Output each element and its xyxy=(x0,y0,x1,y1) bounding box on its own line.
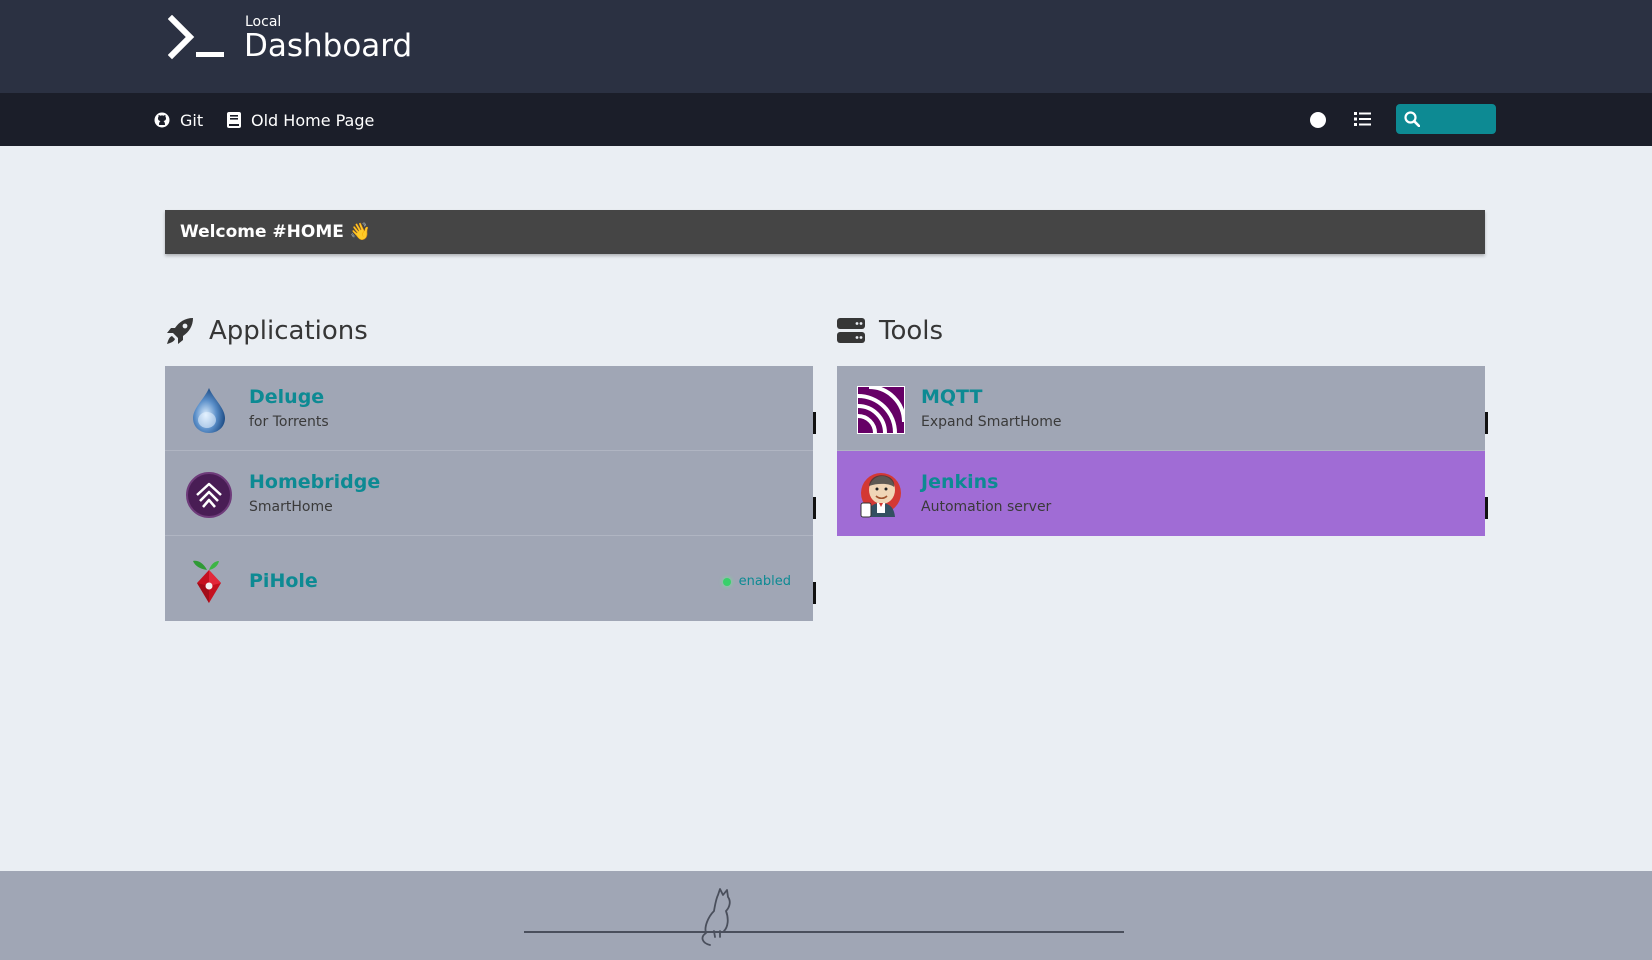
rocket-icon xyxy=(167,318,193,344)
service-subtitle: Expand SmartHome xyxy=(921,414,1062,430)
group-name: Tools xyxy=(879,316,944,346)
nav-link-git[interactable]: Git xyxy=(154,109,203,131)
nav-link-old-home-page[interactable]: Old Home Page xyxy=(227,109,374,131)
group-title-tools: Tools xyxy=(837,313,943,349)
deluge-logo xyxy=(193,388,225,433)
jenkins-logo xyxy=(860,473,901,518)
mqtt-logo xyxy=(857,386,905,434)
book-icon xyxy=(227,112,241,128)
terminal-prompt-icon xyxy=(168,15,224,60)
card-edge-marker xyxy=(813,497,816,519)
list-layout-icon[interactable] xyxy=(1354,111,1371,127)
service-card-homebridge[interactable]: Homebridge SmartHome xyxy=(165,451,816,536)
card-edge-marker xyxy=(1485,412,1488,434)
service-subtitle: SmartHome xyxy=(249,499,333,515)
group-name: Applications xyxy=(209,316,368,346)
status-indicator: enabled xyxy=(722,574,791,589)
cat-on-line-icon xyxy=(524,888,1124,946)
server-icon xyxy=(837,318,865,343)
service-name: Homebridge xyxy=(249,471,381,493)
search-input[interactable] xyxy=(1396,104,1496,134)
card-edge-marker xyxy=(1485,497,1488,519)
welcome-message: Welcome #HOME 👋 xyxy=(165,210,1485,254)
status-dot xyxy=(722,577,731,586)
service-name: Deluge xyxy=(249,386,325,408)
header: Local Dashboard xyxy=(0,0,1652,93)
nav-link-label: Old Home Page xyxy=(251,110,375,130)
service-name: Jenkins xyxy=(921,471,999,493)
github-icon xyxy=(154,112,170,128)
service-card-deluge[interactable]: Deluge for Torrents xyxy=(165,366,816,451)
service-subtitle: Automation server xyxy=(921,499,1052,515)
page-title: Dashboard xyxy=(244,28,413,64)
service-name: MQTT xyxy=(921,386,983,408)
card-edge-marker xyxy=(813,582,816,604)
pihole-logo xyxy=(193,560,221,603)
service-subtitle: for Torrents xyxy=(249,414,329,430)
service-card-mqtt[interactable]: MQTT Expand SmartHome xyxy=(837,366,1488,451)
group-title-applications: Applications xyxy=(165,313,368,349)
dark-mode-toggle-icon[interactable] xyxy=(1310,112,1326,128)
search-icon xyxy=(1404,111,1420,127)
footer xyxy=(0,871,1652,960)
status-text: enabled xyxy=(738,574,791,589)
navbar: Git Old Home Page xyxy=(0,93,1652,146)
nav-link-label: Git xyxy=(180,110,204,130)
homebridge-logo xyxy=(186,472,232,518)
service-card-pihole[interactable]: PiHole enabled xyxy=(165,536,816,621)
card-edge-marker xyxy=(813,412,816,434)
service-card-jenkins[interactable]: Jenkins Automation server xyxy=(837,451,1488,536)
service-name: PiHole xyxy=(249,570,318,592)
